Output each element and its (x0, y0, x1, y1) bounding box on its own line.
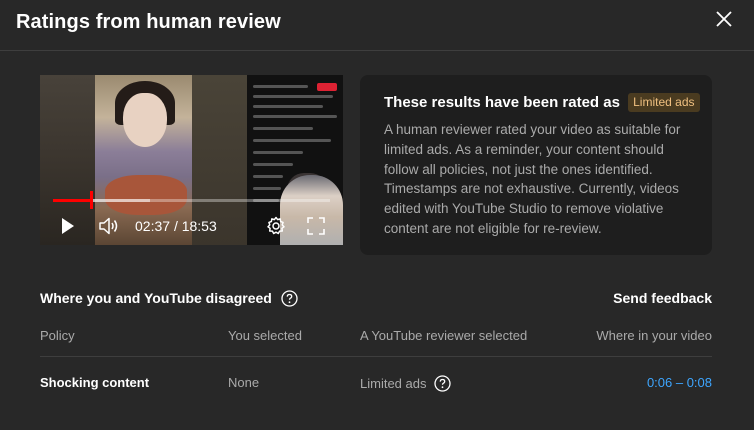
row-reviewer-selected: Limited ads (360, 375, 452, 392)
dialog-title: Ratings from human review (16, 11, 281, 33)
column-header-policy: Policy (40, 328, 75, 343)
close-button[interactable] (711, 6, 737, 32)
rating-info-card: These results have been rated as Limited… (360, 75, 712, 255)
row-timestamp-link[interactable]: 0:06 – 0:08 (647, 375, 712, 391)
settings-button[interactable] (266, 216, 286, 236)
limited-ads-badge: Limited ads (628, 93, 700, 112)
fullscreen-button[interactable] (307, 217, 325, 235)
video-progress-bar[interactable] (53, 199, 330, 202)
volume-icon (99, 217, 118, 235)
progress-scrubber[interactable] (89, 191, 93, 209)
dialog-header: Ratings from human review (0, 0, 754, 51)
column-header-you-selected: You selected (228, 328, 302, 343)
column-header-reviewer-selected: A YouTube reviewer selected (360, 328, 528, 343)
row-policy: Shocking content (40, 375, 150, 390)
video-player[interactable]: 02:37 / 18:53 (40, 75, 343, 245)
help-icon[interactable] (434, 375, 452, 392)
video-frame-panel (247, 75, 343, 245)
fullscreen-icon (307, 217, 325, 235)
table-divider (40, 356, 712, 357)
disagreement-section-title: Where you and YouTube disagreed (40, 289, 298, 307)
progress-fill (53, 199, 92, 202)
timestamp-link[interactable]: 0:06 – 0:08 (647, 375, 712, 391)
rating-heading-text: These results have been rated as (384, 94, 620, 111)
row-you-selected: None (228, 375, 260, 390)
play-icon (62, 218, 74, 234)
row-reviewer-selected-text: Limited ads (360, 375, 427, 391)
help-icon[interactable] (281, 289, 298, 307)
send-feedback-button[interactable]: Send feedback (613, 289, 712, 307)
time-separator: / (173, 218, 178, 234)
current-time: 02:37 (135, 218, 171, 234)
duration: 18:53 (181, 218, 217, 234)
volume-button[interactable] (98, 216, 120, 236)
play-button[interactable] (59, 217, 77, 235)
settings-gear-icon (267, 216, 285, 235)
time-display: 02:37 / 18:53 (135, 217, 217, 235)
column-header-where-in-video: Where in your video (596, 328, 712, 343)
rating-heading: These results have been rated as Limited… (384, 92, 700, 114)
disagreement-title-text: Where you and YouTube disagreed (40, 290, 272, 306)
rating-description: A human reviewer rated your video as sui… (384, 122, 681, 236)
close-icon (716, 11, 732, 27)
